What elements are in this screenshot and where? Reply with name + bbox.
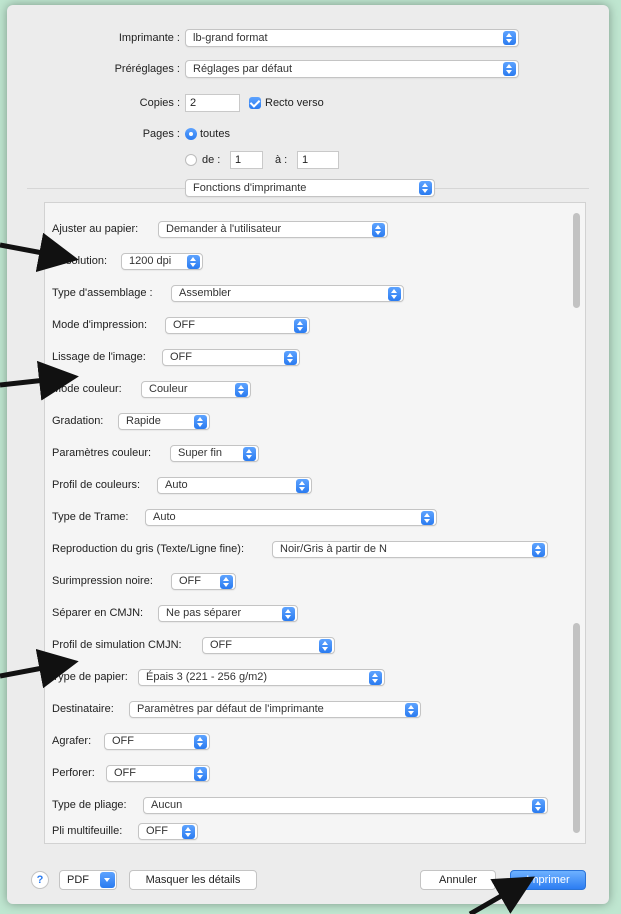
annotation-arrows [0, 232, 535, 914]
arrow-resolution-icon [0, 232, 79, 273]
arrow-paper-type-icon [0, 648, 79, 689]
arrow-color-mode-icon [0, 360, 79, 401]
arrow-print-button-icon [468, 876, 535, 914]
